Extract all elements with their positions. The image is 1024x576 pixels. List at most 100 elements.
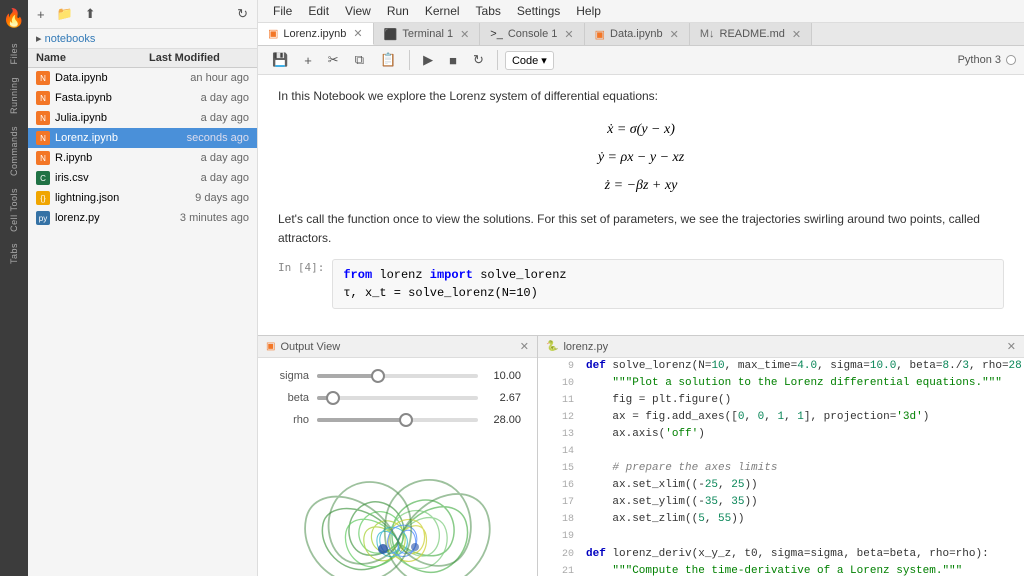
file-item-name: N Lorenz.ipynb xyxy=(36,131,149,145)
rho-thumb[interactable] xyxy=(399,413,413,427)
file-item[interactable]: N Data.ipynb an hour ago xyxy=(28,68,257,88)
code-line: 13 ax.axis('off') xyxy=(538,426,1024,443)
line-number: 21 xyxy=(546,563,574,576)
cell-type-selector[interactable]: Code ▾ xyxy=(505,51,554,70)
tab-close[interactable]: ✕ xyxy=(792,28,801,41)
code-content[interactable]: 9def solve_lorenz(N=10, max_time=4.0, si… xyxy=(538,358,1024,576)
tab-label: Lorenz.ipynb xyxy=(283,28,346,40)
menu-item-tabs[interactable]: Tabs xyxy=(469,2,508,20)
sidebar-item-running[interactable]: Running xyxy=(9,71,19,120)
lorenz-plot xyxy=(258,448,537,576)
beta-track[interactable] xyxy=(317,396,478,400)
code-text: ax.set_zlim((5, 55)) xyxy=(586,511,744,528)
stop-button[interactable]: ■ xyxy=(443,50,463,71)
notebook-content: In this Notebook we explore the Lorenz s… xyxy=(258,75,1024,335)
sidebar-item-commands[interactable]: Commands xyxy=(9,120,19,182)
tab-close[interactable]: ✕ xyxy=(353,27,362,40)
code-panel-close[interactable]: ✕ xyxy=(1007,340,1016,353)
rho-label: rho xyxy=(274,414,309,426)
nb-tab-icon: ▣ xyxy=(268,27,278,40)
save-button[interactable]: 💾 xyxy=(266,49,294,71)
beta-thumb[interactable] xyxy=(326,391,340,405)
toolbar-separator-1 xyxy=(409,50,410,70)
new-file-button[interactable]: + xyxy=(34,5,48,24)
file-item[interactable]: N R.ipynb a day ago xyxy=(28,148,257,168)
add-cell-button[interactable]: + xyxy=(298,50,318,71)
code-text: def lorenz_deriv(x_y_z, t0, sigma=sigma,… xyxy=(586,546,989,563)
file-modified: 3 minutes ago xyxy=(149,212,249,224)
rho-track[interactable] xyxy=(317,418,478,422)
line-number: 19 xyxy=(546,528,574,545)
code-panel: 🐍 lorenz.py ✕ 9def solve_lorenz(N=10, ma… xyxy=(538,336,1024,576)
output-panel-close[interactable]: ✕ xyxy=(520,340,529,353)
slider-beta: beta 2.67 xyxy=(274,392,521,404)
file-item[interactable]: N Lorenz.ipynb seconds ago xyxy=(28,128,257,148)
output-panel: ▣ Output View ✕ sigma 10.00 beta xyxy=(258,336,538,576)
equation-1: ẋ = σ(y − x) xyxy=(278,116,1004,144)
cut-button[interactable]: ✂ xyxy=(322,49,345,71)
tab-label: README.md xyxy=(720,28,785,40)
line-number: 17 xyxy=(546,494,574,511)
py-icon: 🐍 xyxy=(546,341,558,352)
run-button[interactable]: ▶ xyxy=(417,49,439,71)
line-number: 16 xyxy=(546,477,574,494)
tab-label: Data.ipynb xyxy=(610,28,663,40)
sigma-thumb[interactable] xyxy=(371,369,385,383)
file-toolbar: + 📁 ⬆ ↻ xyxy=(28,0,257,29)
file-item[interactable]: N Fasta.ipynb a day ago xyxy=(28,88,257,108)
sigma-track[interactable] xyxy=(317,374,478,378)
tab-data-nb[interactable]: ▣Data.ipynb✕ xyxy=(585,23,690,45)
file-item[interactable]: C iris.csv a day ago xyxy=(28,168,257,188)
code-text: ax = fig.add_axes([0, 0, 1, 1], projecti… xyxy=(586,409,929,426)
file-modified: a day ago xyxy=(149,152,249,164)
file-item-name: N Data.ipynb xyxy=(36,71,149,85)
file-name: R.ipynb xyxy=(55,152,92,164)
file-item[interactable]: {} lightning.json 9 days ago xyxy=(28,188,257,208)
sidebar-item-files[interactable]: Files xyxy=(9,37,19,71)
code-panel-header: 🐍 lorenz.py ✕ xyxy=(538,336,1024,358)
menu-item-run[interactable]: Run xyxy=(380,2,416,20)
code-text: ax.set_ylim((-35, 35)) xyxy=(586,494,758,511)
file-item[interactable]: py lorenz.py 3 minutes ago xyxy=(28,208,257,228)
sidebar-item-tabs[interactable]: Tabs xyxy=(9,237,19,270)
column-name: Name xyxy=(36,52,149,64)
menu-item-file[interactable]: File xyxy=(266,2,299,20)
copy-button[interactable]: ⧉ xyxy=(349,49,370,71)
file-icon: N xyxy=(36,71,50,85)
file-name: Lorenz.ipynb xyxy=(55,132,118,144)
equation-2: ẏ = ρx − y − xz xyxy=(278,144,1004,172)
code-text: # prepare the axes limits xyxy=(586,460,777,477)
file-name: lorenz.py xyxy=(55,212,100,224)
tab-readme[interactable]: M↓README.md✕ xyxy=(690,23,812,45)
tab-close[interactable]: ✕ xyxy=(460,28,469,41)
tab-close[interactable]: ✕ xyxy=(670,28,679,41)
code-text: ax.axis('off') xyxy=(586,426,705,443)
code-cell-body[interactable]: from lorenz import solve_lorenz τ, x_t =… xyxy=(332,259,1004,309)
tab-terminal1[interactable]: ⬛Terminal 1✕ xyxy=(374,23,481,45)
equation-3: ż = −βz + xy xyxy=(278,172,1004,200)
beta-value: 2.67 xyxy=(486,392,521,404)
file-item-name: {} lightning.json xyxy=(36,191,149,205)
restart-button[interactable]: ↻ xyxy=(467,49,490,71)
tab-close[interactable]: ✕ xyxy=(564,28,573,41)
menu-item-kernel[interactable]: Kernel xyxy=(418,2,467,20)
code-line: 15 # prepare the axes limits xyxy=(538,460,1024,477)
tab-console1[interactable]: >_Console 1✕ xyxy=(480,23,584,45)
file-item[interactable]: N Julia.ipynb a day ago xyxy=(28,108,257,128)
menu-item-edit[interactable]: Edit xyxy=(301,2,336,20)
line-number: 15 xyxy=(546,460,574,477)
slider-rho: rho 28.00 xyxy=(274,414,521,426)
menu-item-view[interactable]: View xyxy=(338,2,378,20)
tab-lorenz-nb[interactable]: ▣ Lorenz.ipynb ✕ xyxy=(258,23,374,45)
refresh-button[interactable]: ↻ xyxy=(234,4,251,24)
menu-item-help[interactable]: Help xyxy=(569,2,608,20)
slider-sigma: sigma 10.00 xyxy=(274,370,521,382)
file-item-name: C iris.csv xyxy=(36,171,149,185)
new-folder-button[interactable]: 📁 xyxy=(54,4,76,24)
paste-button[interactable]: 📋 xyxy=(374,49,402,71)
breadcrumb-notebooks[interactable]: notebooks xyxy=(45,33,96,45)
sigma-fill xyxy=(317,374,378,378)
menu-item-settings[interactable]: Settings xyxy=(510,2,567,20)
upload-button[interactable]: ⬆ xyxy=(82,4,99,24)
sidebar-item-celltools[interactable]: Cell Tools xyxy=(9,182,19,238)
